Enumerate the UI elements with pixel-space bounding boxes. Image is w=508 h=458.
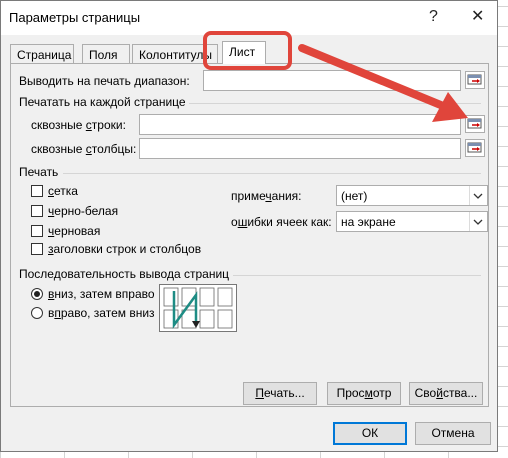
close-button[interactable]: ✕ [471, 7, 484, 27]
down-then-over-label: вниз, затем вправо [48, 287, 155, 301]
chevron-down-icon [469, 212, 487, 231]
cell-errors-select[interactable]: на экране [336, 211, 488, 232]
columns-collapse-button[interactable] [465, 139, 485, 157]
comments-label: примечания: [231, 189, 302, 203]
print-group-label: Печать [19, 165, 59, 179]
columns-to-repeat-label: сквозные столбцы: [31, 142, 137, 156]
over-then-down-label: вправо, затем вниз [48, 306, 155, 320]
rows-collapse-button[interactable] [465, 115, 485, 133]
page-order-preview [159, 284, 237, 332]
group-divider [233, 275, 481, 276]
page-order-group-label: Последовательность вывода страниц [19, 267, 230, 281]
highlight-box-annotation [203, 31, 292, 70]
print-area-collapse-button[interactable] [465, 71, 485, 89]
group-divider [63, 173, 481, 174]
comments-value: (нет) [341, 189, 368, 203]
title-bar: Параметры страницы ? ✕ [1, 1, 497, 35]
print-titles-group-label: Печатать на каждой странице [19, 95, 186, 109]
cell-errors-value: на экране [341, 215, 396, 229]
row-column-headings-label: заголовки строк и столбцов [48, 242, 202, 256]
help-button[interactable]: ? [429, 7, 438, 27]
cell-errors-label: ошибки ячеек как: [231, 215, 332, 229]
comments-select[interactable]: (нет) [336, 185, 488, 206]
options-button[interactable]: Свойства... [409, 382, 483, 405]
row-column-headings-checkbox[interactable] [31, 243, 43, 255]
black-and-white-checkbox[interactable] [31, 205, 43, 217]
rows-to-repeat-input[interactable] [139, 114, 461, 135]
cancel-button[interactable]: Отмена [415, 422, 491, 445]
range-select-icon [467, 118, 482, 129]
range-select-icon [467, 74, 482, 85]
draft-quality-checkbox[interactable] [31, 225, 43, 237]
print-area-label: Выводить на печать диапазон: [19, 74, 190, 88]
tab-margins[interactable]: Поля [82, 44, 130, 63]
columns-to-repeat-input[interactable] [139, 138, 461, 159]
ok-button[interactable]: ОК [333, 422, 407, 445]
print-button[interactable]: Печать... [243, 382, 317, 405]
gridlines-label: сетка [48, 184, 78, 198]
draft-quality-label: черновая [48, 224, 101, 238]
range-select-icon [467, 142, 482, 153]
tab-page[interactable]: Страница [10, 44, 74, 63]
rows-to-repeat-label: сквозные строки: [31, 118, 126, 132]
gridlines-checkbox[interactable] [31, 185, 43, 197]
chevron-down-icon [469, 186, 487, 205]
black-and-white-label: черно-белая [48, 204, 119, 218]
over-then-down-radio[interactable] [31, 307, 43, 319]
print-preview-button[interactable]: Просмотр [327, 382, 401, 405]
print-area-input[interactable] [203, 70, 461, 91]
page-order-diagram-icon [163, 287, 233, 329]
group-divider [189, 103, 481, 104]
down-then-over-radio[interactable] [31, 288, 43, 300]
sheet-tab-panel: Выводить на печать диапазон: Печатать на… [10, 63, 489, 407]
dialog-title: Параметры страницы [9, 10, 141, 25]
